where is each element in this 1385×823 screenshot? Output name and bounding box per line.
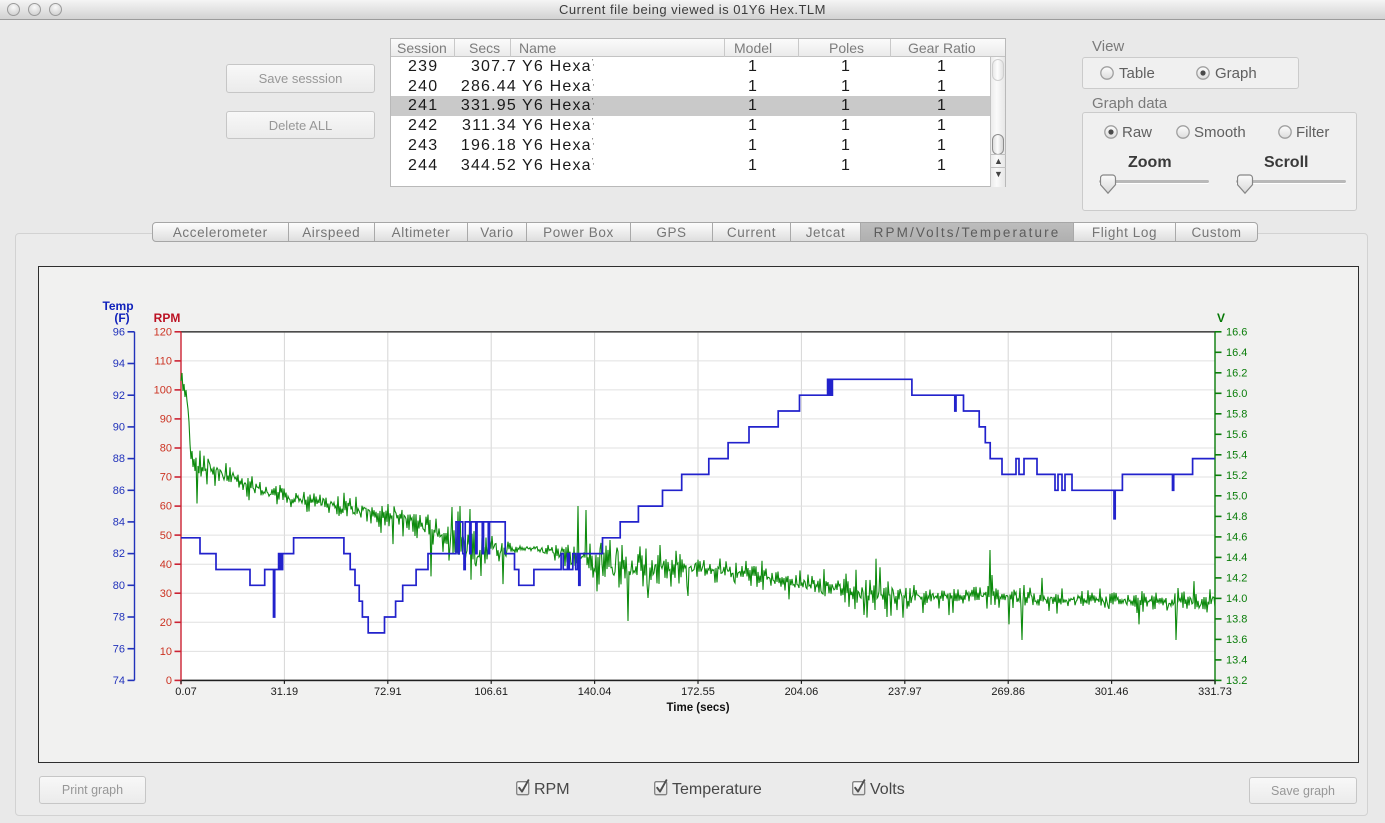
svg-text:60: 60 xyxy=(160,501,172,513)
svg-text:14.0: 14.0 xyxy=(1226,593,1247,605)
svg-text:15.8: 15.8 xyxy=(1226,408,1247,420)
svg-text:0: 0 xyxy=(166,675,172,687)
svg-text:14.4: 14.4 xyxy=(1226,552,1247,564)
svg-text:40: 40 xyxy=(160,559,172,571)
svg-text:92: 92 xyxy=(113,390,125,402)
svg-text:31.19: 31.19 xyxy=(271,686,299,698)
svg-text:331.73: 331.73 xyxy=(1198,686,1232,698)
svg-text:100: 100 xyxy=(154,385,172,397)
svg-text:15.4: 15.4 xyxy=(1226,449,1247,461)
svg-text:86: 86 xyxy=(113,485,125,497)
svg-text:106.61: 106.61 xyxy=(474,686,508,698)
svg-text:94: 94 xyxy=(113,358,125,370)
svg-text:15.2: 15.2 xyxy=(1226,470,1247,482)
svg-text:70: 70 xyxy=(160,472,172,484)
svg-text:13.4: 13.4 xyxy=(1226,655,1247,667)
svg-text:88: 88 xyxy=(113,453,125,465)
svg-text:90: 90 xyxy=(160,414,172,426)
svg-text:15.6: 15.6 xyxy=(1226,429,1247,441)
svg-text:204.06: 204.06 xyxy=(785,686,819,698)
svg-text:16.4: 16.4 xyxy=(1226,347,1247,359)
svg-text:90: 90 xyxy=(113,422,125,434)
svg-text:(F): (F) xyxy=(114,311,129,325)
svg-text:13.6: 13.6 xyxy=(1226,634,1247,646)
svg-text:110: 110 xyxy=(154,356,172,368)
svg-text:140.04: 140.04 xyxy=(578,686,612,698)
svg-text:80: 80 xyxy=(160,443,172,455)
svg-text:269.86: 269.86 xyxy=(991,686,1025,698)
svg-text:78: 78 xyxy=(113,612,125,624)
svg-text:120: 120 xyxy=(154,326,172,338)
svg-text:V: V xyxy=(1217,311,1225,325)
svg-text:14.8: 14.8 xyxy=(1226,511,1247,523)
svg-text:237.97: 237.97 xyxy=(888,686,922,698)
svg-text:13.8: 13.8 xyxy=(1226,614,1247,626)
svg-text:14.6: 14.6 xyxy=(1226,532,1247,544)
svg-text:30: 30 xyxy=(160,588,172,600)
svg-text:10: 10 xyxy=(160,646,172,658)
svg-text:Time (secs): Time (secs) xyxy=(666,702,729,714)
svg-text:14.2: 14.2 xyxy=(1226,573,1247,585)
svg-text:80: 80 xyxy=(113,580,125,592)
svg-text:301.46: 301.46 xyxy=(1095,686,1129,698)
svg-text:84: 84 xyxy=(113,517,125,529)
svg-text:16.2: 16.2 xyxy=(1226,367,1247,379)
svg-text:16.0: 16.0 xyxy=(1226,388,1247,400)
svg-text:72.91: 72.91 xyxy=(374,686,402,698)
svg-text:20: 20 xyxy=(160,617,172,629)
svg-text:82: 82 xyxy=(113,548,125,560)
svg-text:96: 96 xyxy=(113,326,125,338)
svg-text:16.6: 16.6 xyxy=(1226,326,1247,338)
svg-text:0.07: 0.07 xyxy=(175,686,196,698)
svg-text:RPM: RPM xyxy=(154,311,181,325)
svg-text:74: 74 xyxy=(113,675,125,687)
svg-text:76: 76 xyxy=(113,643,125,655)
svg-text:15.0: 15.0 xyxy=(1226,490,1247,502)
svg-text:50: 50 xyxy=(160,530,172,542)
svg-text:172.55: 172.55 xyxy=(681,686,715,698)
